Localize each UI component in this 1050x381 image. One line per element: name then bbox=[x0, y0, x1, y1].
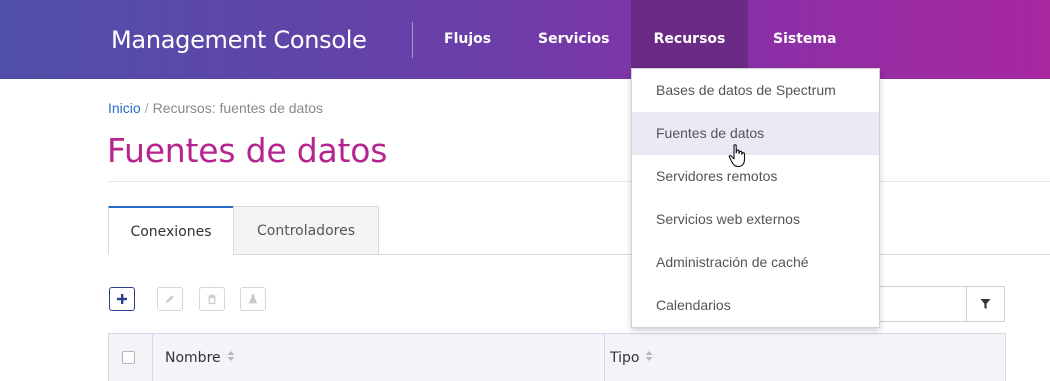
app-brand-title[interactable]: Management Console bbox=[111, 22, 367, 58]
select-all-cell bbox=[109, 334, 153, 381]
add-button[interactable] bbox=[109, 287, 135, 311]
tab-controladores[interactable]: Controladores bbox=[233, 206, 379, 255]
menu-item-bases-de-datos-spectrum[interactable]: Bases de datos de Spectrum bbox=[632, 69, 879, 112]
column-header-nombre[interactable]: Nombre bbox=[165, 334, 605, 381]
filter-icon bbox=[980, 299, 991, 309]
column-header-tipo[interactable]: Tipo bbox=[610, 334, 1006, 381]
hand-pointer-cursor-icon bbox=[728, 144, 746, 168]
top-navigation-bar: Management Console Flujos Servicios Recu… bbox=[0, 0, 1050, 79]
sort-icon bbox=[227, 334, 235, 381]
menu-item-fuentes-de-datos[interactable]: Fuentes de datos bbox=[632, 112, 879, 155]
filter-button[interactable] bbox=[966, 286, 1005, 322]
column-label-nombre: Nombre bbox=[165, 350, 221, 366]
menu-item-servidores-remotos[interactable]: Servidores remotos bbox=[632, 155, 879, 198]
breadcrumb-separator: / bbox=[144, 100, 149, 116]
delete-button[interactable] bbox=[199, 287, 225, 311]
breadcrumb-current: Recursos: fuentes de datos bbox=[152, 100, 324, 116]
add-icon bbox=[117, 294, 127, 304]
sort-icon bbox=[645, 334, 653, 381]
nav-item-flujos[interactable]: Flujos bbox=[444, 0, 491, 79]
tab-conexiones[interactable]: Conexiones bbox=[108, 206, 234, 255]
flask-icon bbox=[248, 294, 258, 304]
select-all-checkbox[interactable] bbox=[122, 351, 135, 364]
pencil-icon bbox=[166, 295, 174, 303]
page-title: Fuentes de datos bbox=[107, 131, 388, 170]
nav-item-servicios[interactable]: Servicios bbox=[538, 0, 610, 79]
edit-button[interactable] bbox=[157, 287, 183, 311]
title-divider bbox=[108, 181, 1050, 182]
brand-divider bbox=[412, 22, 413, 58]
menu-item-calendarios[interactable]: Calendarios bbox=[632, 284, 879, 327]
breadcrumb-home-link[interactable]: Inicio bbox=[108, 100, 141, 116]
breadcrumb: Inicio / Recursos: fuentes de datos bbox=[108, 100, 323, 116]
menu-item-administracion-de-cache[interactable]: Administración de caché bbox=[632, 241, 879, 284]
column-label-tipo: Tipo bbox=[610, 350, 640, 366]
test-connection-button[interactable] bbox=[240, 287, 266, 311]
trash-icon bbox=[208, 294, 216, 305]
recursos-dropdown-menu: Bases de datos de Spectrum Fuentes de da… bbox=[631, 68, 880, 328]
menu-item-servicios-web-externos[interactable]: Servicios web externos bbox=[632, 198, 879, 241]
table-header: Nombre Tipo bbox=[108, 333, 1006, 381]
